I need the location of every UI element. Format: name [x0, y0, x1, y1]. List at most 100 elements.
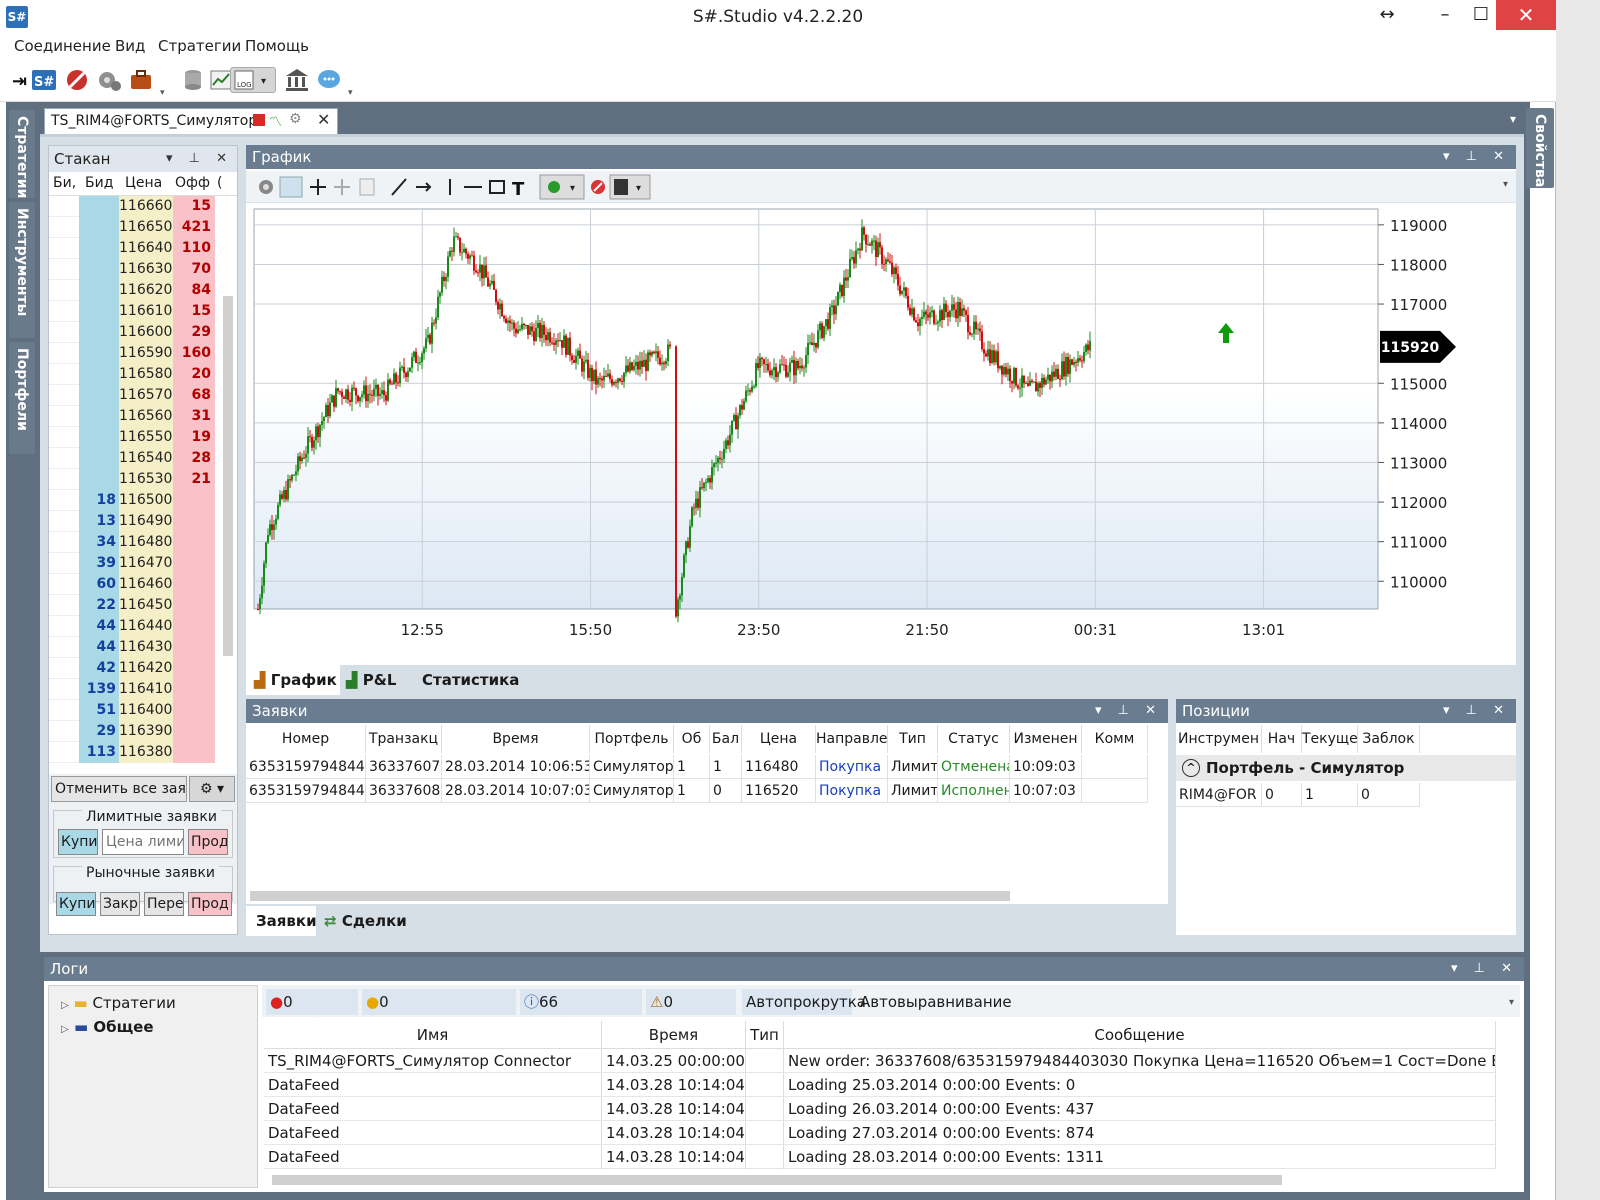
- col-extra[interactable]: (: [217, 175, 222, 191]
- col-price[interactable]: Цена: [125, 175, 162, 191]
- dock-tab-instruments[interactable]: Инструменты: [9, 202, 35, 338]
- order-book-row[interactable]: 13 116490: [49, 511, 237, 532]
- chart-area[interactable]: 119000 118000 117000 115000 114000 113000 1120…: [252, 205, 1512, 657]
- order-book-row[interactable]: 116530 21: [49, 469, 237, 490]
- tab-statistics[interactable]: Статистика: [422, 665, 522, 695]
- chart-toolbar-overflow-icon[interactable]: ▾: [1503, 179, 1508, 190]
- orders-col-header[interactable]: Время: [442, 725, 590, 753]
- logs-col-header[interactable]: Тип: [746, 1021, 784, 1049]
- order-book-row[interactable]: 139 116410: [49, 679, 237, 700]
- tab-strategy[interactable]: TS_RIM4@FORTS_Симулятор 〽 ⚙ ✕: [44, 108, 338, 134]
- order-book-row[interactable]: 116630 70: [49, 259, 237, 280]
- orders-col-header[interactable]: Направле: [816, 725, 888, 753]
- order-book-row[interactable]: 116600 29: [49, 322, 237, 343]
- orders-col-header[interactable]: Об: [674, 725, 710, 753]
- positions-col-header[interactable]: Нач: [1262, 725, 1302, 753]
- order-book-row[interactable]: 51 116400: [49, 700, 237, 721]
- order-book-row[interactable]: 116620 84: [49, 280, 237, 301]
- col-bid[interactable]: Бид: [85, 175, 113, 191]
- order-book-row[interactable]: 116540 28: [49, 448, 237, 469]
- orders-col-header[interactable]: Номер: [246, 725, 366, 753]
- toolbar-overflow-icon-2[interactable]: ▾: [348, 88, 353, 98]
- order-book-row[interactable]: 44 116440: [49, 616, 237, 637]
- orders-col-header[interactable]: Портфель: [590, 725, 674, 753]
- stop-icon[interactable]: [253, 114, 265, 126]
- menu-strategies[interactable]: Стратегии: [158, 37, 241, 55]
- orders-col-header[interactable]: Изменен: [1010, 725, 1082, 753]
- order-book-row[interactable]: 116610 15: [49, 301, 237, 322]
- order-book-scrollbar[interactable]: [223, 296, 233, 656]
- dock-tab-portfolios[interactable]: Портфели: [9, 342, 35, 454]
- limit-buy-button[interactable]: Купит: [58, 829, 98, 855]
- chart-tools-icons[interactable]: T ▾ ▾: [246, 171, 666, 203]
- order-book-row[interactable]: 116650 421: [49, 217, 237, 238]
- tab-list-dropdown-icon[interactable]: ▾: [1510, 112, 1516, 126]
- connect-s-icon[interactable]: ⇥ S#: [10, 67, 58, 93]
- order-settings-gear-icon[interactable]: ⚙ ▾: [189, 776, 235, 802]
- log-icon[interactable]: LOG ▾: [230, 67, 276, 93]
- market-sell-button[interactable]: Прод: [188, 892, 232, 916]
- chat-icon[interactable]: [316, 67, 342, 93]
- col-ask[interactable]: Офф: [175, 175, 210, 191]
- close-tab-icon[interactable]: ✕: [317, 110, 330, 129]
- database-icon[interactable]: [180, 67, 206, 93]
- tab-chart[interactable]: ▟ График: [246, 665, 340, 695]
- orders-col-header[interactable]: Статус: [938, 725, 1010, 753]
- disconnect-icon[interactable]: [64, 67, 90, 93]
- orders-col-header[interactable]: Бал: [710, 725, 742, 753]
- chart-line-icon[interactable]: 〽: [269, 111, 282, 130]
- close-button[interactable]: ✕: [1496, 0, 1556, 30]
- tab-trades[interactable]: ⇄ Сделки: [324, 906, 424, 936]
- order-book-row[interactable]: 18 116500: [49, 490, 237, 511]
- menu-help[interactable]: Помощь: [245, 37, 309, 55]
- order-book-row[interactable]: 116560 31: [49, 406, 237, 427]
- logs-col-header[interactable]: Время: [602, 1021, 746, 1049]
- order-book-row[interactable]: 116580 20: [49, 364, 237, 385]
- orders-col-header[interactable]: Транзакц: [366, 725, 442, 753]
- order-book-row[interactable]: 22 116450: [49, 595, 237, 616]
- order-book-row[interactable]: 60 116460: [49, 574, 237, 595]
- collapse-icon[interactable]: ^: [1182, 759, 1200, 777]
- order-book-row[interactable]: 116570 68: [49, 385, 237, 406]
- positions-col-header[interactable]: Текуще: [1302, 725, 1358, 753]
- order-book-row[interactable]: 116660 15: [49, 196, 237, 217]
- order-book-row[interactable]: 116640 110: [49, 238, 237, 259]
- positions-col-header[interactable]: Заблок: [1358, 725, 1420, 753]
- logs-col-header[interactable]: Сообщение: [784, 1021, 1496, 1049]
- order-book-row[interactable]: 29 116390: [49, 721, 237, 742]
- panel-controls-icon[interactable]: ▾ ⊥ ✕: [1443, 145, 1510, 169]
- order-book-row[interactable]: 116590 160: [49, 343, 237, 364]
- market-reverse-button[interactable]: Перев: [144, 892, 184, 916]
- toolbar-overflow-icon[interactable]: ▾: [160, 88, 165, 98]
- logs-col-header[interactable]: Имя: [264, 1021, 602, 1049]
- orders-col-header[interactable]: Цена: [742, 725, 816, 753]
- gear-icon[interactable]: ⚙: [289, 111, 302, 127]
- limit-price-input[interactable]: [102, 829, 184, 855]
- market-buy-button[interactable]: Купит: [56, 892, 96, 916]
- resize-icon[interactable]: ↔: [1364, 0, 1410, 30]
- portfolio-icon[interactable]: [128, 67, 154, 93]
- orders-hscrollbar[interactable]: [250, 891, 1010, 901]
- limit-sell-button[interactable]: Прод: [188, 829, 228, 855]
- col-bid-own[interactable]: Би,: [53, 175, 76, 191]
- cancel-all-button[interactable]: Отменить все заявк: [51, 776, 187, 802]
- settings-icon[interactable]: [96, 67, 122, 93]
- orders-col-header[interactable]: Комм: [1082, 725, 1148, 753]
- tab-orders[interactable]: Заявки: [246, 906, 317, 936]
- dock-tab-strategies[interactable]: Стратегии: [9, 110, 35, 198]
- order-book-row[interactable]: 113 116380: [49, 742, 237, 763]
- order-book-row[interactable]: 116550 19: [49, 427, 237, 448]
- order-book-row[interactable]: 44 116430: [49, 637, 237, 658]
- positions-group-row[interactable]: ^ Портфель - Симулятор: [1176, 755, 1516, 781]
- order-book-row[interactable]: 42 116420: [49, 658, 237, 679]
- tab-pnl[interactable]: ▟ P&L: [346, 665, 416, 695]
- order-book-row[interactable]: 34 116480: [49, 532, 237, 553]
- market-close-button[interactable]: Закры: [100, 892, 140, 916]
- logs-hscrollbar[interactable]: [272, 1175, 1282, 1185]
- menu-view[interactable]: Вид: [115, 37, 145, 55]
- bank-icon[interactable]: [284, 67, 310, 93]
- dock-tab-properties[interactable]: Свойства: [1526, 108, 1554, 188]
- panel-controls-icon[interactable]: ▾ ⊥ ✕: [166, 146, 233, 172]
- positions-col-header[interactable]: Инструмен: [1176, 725, 1262, 753]
- menu-connection[interactable]: Соединение: [14, 37, 111, 55]
